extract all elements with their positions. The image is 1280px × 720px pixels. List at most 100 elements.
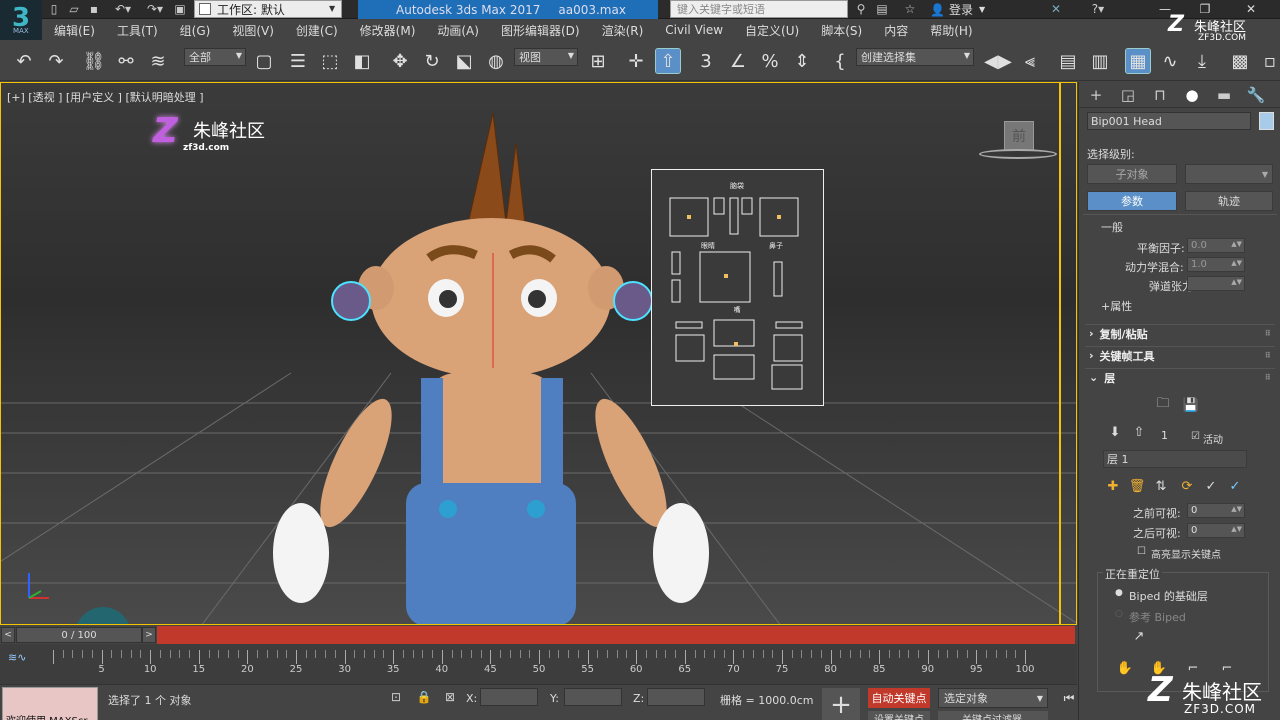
menu-modifiers[interactable]: 修改器(M) [360, 22, 416, 39]
track-bar[interactable]: ≋∿ 5 10 15 20 25 30 35 40 45 50 55 60 65 70 75 80 85 90 95… [0, 644, 1077, 684]
set-key-mode-button[interactable]: 设置关键点 [868, 711, 930, 720]
angle-snap-icon[interactable]: ∠ [726, 49, 750, 73]
left-ear-bone-selector[interactable] [331, 281, 371, 321]
search-input[interactable]: 键入关键字或短语 [670, 0, 848, 18]
go-to-start-icon[interactable]: ⏮ [1060, 689, 1078, 707]
collapse-layer-icon[interactable]: ⇅ [1153, 478, 1169, 494]
key-filters-button[interactable]: 关键点过滤器... [938, 711, 1048, 720]
before-visible-spinner[interactable]: 0 ▲▼ [1187, 503, 1245, 518]
hierarchy-tab-icon[interactable]: ⊓ [1149, 85, 1171, 105]
viewcube-compass[interactable] [979, 149, 1057, 159]
rotate-icon[interactable]: ↻ [420, 49, 444, 73]
load-layers-icon[interactable]: 🗀 [1155, 396, 1171, 413]
time-slider-prev[interactable]: < [1, 627, 15, 643]
menu-group[interactable]: 组(G) [180, 22, 211, 39]
menu-rendering[interactable]: 渲染(R) [602, 22, 644, 39]
after-visible-spinner[interactable]: 0 ▲▼ [1187, 523, 1245, 538]
exchange-icon[interactable]: ✕ [1046, 1, 1066, 17]
move-icon[interactable]: ✥ [388, 49, 412, 73]
select-object-icon[interactable]: ▢ [252, 49, 276, 73]
select-by-name-icon[interactable]: ☰ [286, 49, 310, 73]
menu-tools[interactable]: 工具(T) [117, 22, 158, 39]
open-file-icon[interactable]: ▱ [66, 1, 82, 17]
scale-icon[interactable]: ⬕ [452, 49, 476, 73]
window-crossing-icon[interactable]: ◧ [350, 49, 374, 73]
rollout-copy-paste[interactable]: › 复制/粘贴 ⠿ [1085, 324, 1275, 342]
spinner-snap-icon[interactable]: ⇕ [790, 49, 814, 73]
menu-graph-editors[interactable]: 图形编辑器(D) [501, 22, 580, 39]
key-target-dropdown[interactable]: 选定对象 ▼ [938, 688, 1048, 708]
object-color-swatch[interactable] [1259, 112, 1274, 130]
layer-up-icon[interactable]: ⇧ [1131, 424, 1147, 440]
selection-filter-dropdown[interactable]: 全部 ▼ [184, 48, 246, 66]
retarget-icon[interactable]: ✓ [1227, 478, 1243, 494]
mini-curve-editor-icon[interactable]: ≋∿ [8, 651, 26, 664]
reference-coord-dropdown[interactable]: 视图 ▼ [514, 48, 578, 66]
layer-name-field[interactable]: 层 1 [1103, 450, 1247, 468]
project-folder-icon[interactable]: ▣ [172, 1, 188, 17]
sub-object-button[interactable]: 子对象 [1087, 164, 1177, 184]
z-coord-field[interactable] [647, 688, 705, 706]
star-icon[interactable]: ☆ [902, 1, 918, 17]
active-checkbox-icon[interactable]: ☑ [1191, 431, 1200, 442]
redo-quick-icon[interactable]: ↷▾ [140, 1, 170, 17]
dynamics-blend-spinner[interactable]: 1.0 ▲▼ [1187, 257, 1245, 272]
menu-customize[interactable]: 自定义(U) [745, 22, 799, 39]
select-manipulate-icon[interactable]: ✛ [624, 49, 648, 73]
perspective-viewport[interactable]: [+] [透视 ] [用户定义 ] [默认明暗处理 ] Z 朱峰社区 zf3d.… [0, 82, 1077, 625]
save-layers-icon[interactable]: 💾 [1183, 397, 1199, 413]
layer-explorer-icon[interactable]: ▥ [1088, 49, 1112, 73]
rollout-layers[interactable]: ⌄ 层 ⠿ [1085, 368, 1275, 386]
maxscript-listener[interactable]: 欢迎使用 MAXScr [2, 687, 98, 720]
viewport-label[interactable]: [+] [透视 ] [用户定义 ] [默认明暗处理 ] [7, 89, 204, 105]
sub-object-dropdown[interactable]: ▼ [1185, 164, 1273, 184]
login-button[interactable]: 👤 登录 ▼ [930, 1, 985, 18]
activate-only-highlighted-icon[interactable]: ✓ [1203, 478, 1219, 494]
time-slider[interactable]: < 0 / 100 > [0, 626, 1077, 644]
scene-explorer-icon[interactable]: ▤ [1056, 49, 1080, 73]
trajectory-button[interactable]: 轨迹 [1185, 191, 1273, 211]
delete-layer-icon[interactable]: 🗑 [1129, 478, 1146, 494]
redo-icon[interactable]: ↷ [44, 49, 68, 73]
material-editor-icon[interactable]: ▩ [1228, 49, 1252, 73]
create-tab-icon[interactable]: + [1085, 85, 1107, 105]
unlink-icon[interactable]: ⚯ [114, 49, 138, 73]
time-slider-next[interactable]: > [142, 627, 156, 643]
viewcube-front-face[interactable]: 前 [1004, 121, 1034, 151]
percent-snap-icon[interactable]: % [758, 49, 782, 73]
rollout-keyframe-tools[interactable]: › 关键帧工具 ⠿ [1085, 346, 1275, 364]
bind-space-warp-icon[interactable]: ≋ [146, 49, 170, 73]
menu-edit[interactable]: 编辑(E) [54, 22, 95, 39]
reference-biped-radio[interactable]: ○ [1115, 609, 1123, 619]
menu-content[interactable]: 内容 [884, 22, 908, 39]
new-file-icon[interactable]: ▯ [46, 1, 62, 17]
params-button[interactable]: 参数 [1087, 191, 1177, 211]
layer-down-icon[interactable]: ⬇ [1107, 424, 1123, 440]
keyboard-shortcut-override-icon[interactable]: ⇧ [655, 48, 681, 74]
help-icon[interactable]: ?▾ [1084, 1, 1112, 17]
menu-create[interactable]: 创建(C) [296, 22, 338, 39]
balance-factor-spinner[interactable]: 0.0 ▲▼ [1187, 238, 1245, 253]
viewcube[interactable]: 前 [977, 121, 1057, 161]
schematic-view-icon[interactable]: ⤓ [1190, 49, 1214, 73]
ballistic-tension-spinner[interactable]: ▲▼ [1187, 276, 1245, 291]
edit-named-selection-icon[interactable]: { [828, 49, 852, 73]
undo-quick-icon[interactable]: ↶▾ [108, 1, 138, 17]
place-icon[interactable]: ◍ [484, 49, 508, 73]
mirror-icon[interactable]: ◀▶ [984, 49, 1012, 73]
workspace-dropdown[interactable]: 工作区: 默认 ▼ [194, 0, 342, 18]
object-name-field[interactable]: Bip001 Head [1087, 112, 1251, 130]
link-icon[interactable]: ⛓ [82, 49, 106, 73]
render-setup-icon[interactable]: ▫ [1258, 49, 1280, 73]
pivot-center-icon[interactable]: ⊞ [586, 49, 610, 73]
modify-tab-icon[interactable]: ◲ [1117, 85, 1139, 105]
set-key-button[interactable]: + [822, 688, 860, 720]
highlight-keys-checkbox[interactable]: ☐ [1137, 546, 1146, 557]
right-ear-bone-selector[interactable] [613, 281, 653, 321]
display-tab-icon[interactable]: ▬ [1213, 85, 1235, 105]
y-coord-field[interactable] [564, 688, 622, 706]
time-slider-thumb[interactable]: 0 / 100 [16, 627, 142, 643]
app-logo[interactable]: 3 MAX [0, 0, 42, 40]
select-reference-icon[interactable]: ↗ [1131, 628, 1147, 644]
named-selection-set-dropdown[interactable]: 创建选择集 ▼ [856, 48, 974, 66]
